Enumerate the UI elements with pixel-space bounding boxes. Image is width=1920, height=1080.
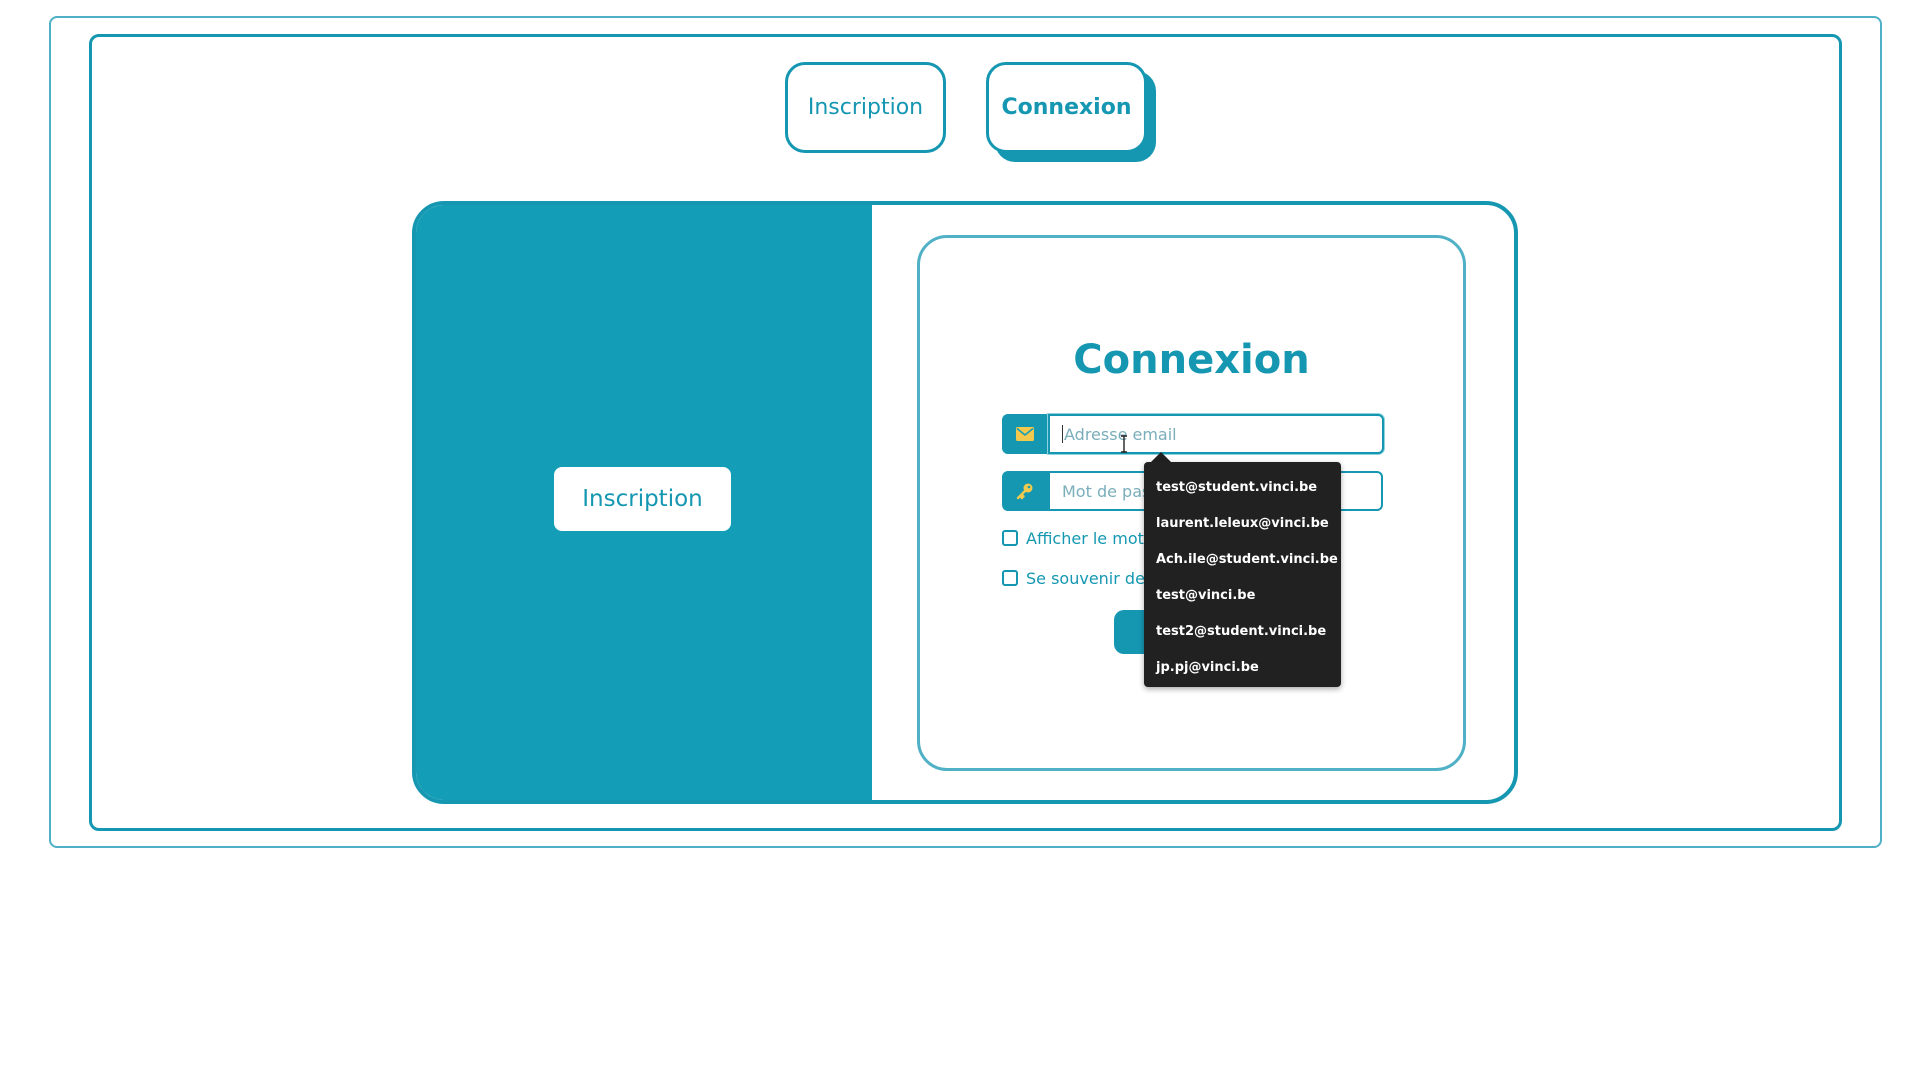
autocomplete-item[interactable]: test2@student.vinci.be — [1144, 614, 1341, 650]
show-password-label: Afficher le mot d — [1026, 528, 1160, 548]
card-left-panel: Inscription — [416, 205, 872, 800]
email-input[interactable]: Adresse email — [1048, 414, 1384, 454]
show-password-row[interactable]: Afficher le mot d — [1002, 526, 1159, 550]
tab-inscription[interactable]: Inscription — [785, 62, 946, 153]
autocomplete-item[interactable]: Ach.ile@student.vinci.be — [1144, 542, 1341, 578]
autocomplete-arrow — [1151, 452, 1171, 462]
switch-to-inscription-button[interactable]: Inscription — [554, 467, 731, 531]
remember-me-row[interactable]: Se souvenir de m — [1002, 566, 1166, 590]
envelope-icon — [1002, 414, 1048, 454]
mouse-cursor-icon — [1119, 435, 1129, 453]
remember-me-checkbox[interactable] — [1002, 570, 1018, 586]
key-icon — [1002, 471, 1048, 511]
autocomplete-item[interactable]: laurent.leleux@vinci.be — [1144, 506, 1341, 542]
tab-connexion[interactable]: Connexion — [986, 62, 1147, 153]
email-autocomplete-list: test@student.vinci.be laurent.leleux@vin… — [1144, 462, 1341, 687]
form-title: Connexion — [1073, 337, 1310, 383]
show-password-checkbox[interactable] — [1002, 530, 1018, 546]
autocomplete-item[interactable]: jp.pj@vinci.be — [1144, 650, 1341, 686]
autocomplete-item[interactable]: test@student.vinci.be — [1144, 470, 1341, 506]
text-caret — [1062, 425, 1063, 443]
autocomplete-item[interactable]: test@vinci.be — [1144, 578, 1341, 614]
